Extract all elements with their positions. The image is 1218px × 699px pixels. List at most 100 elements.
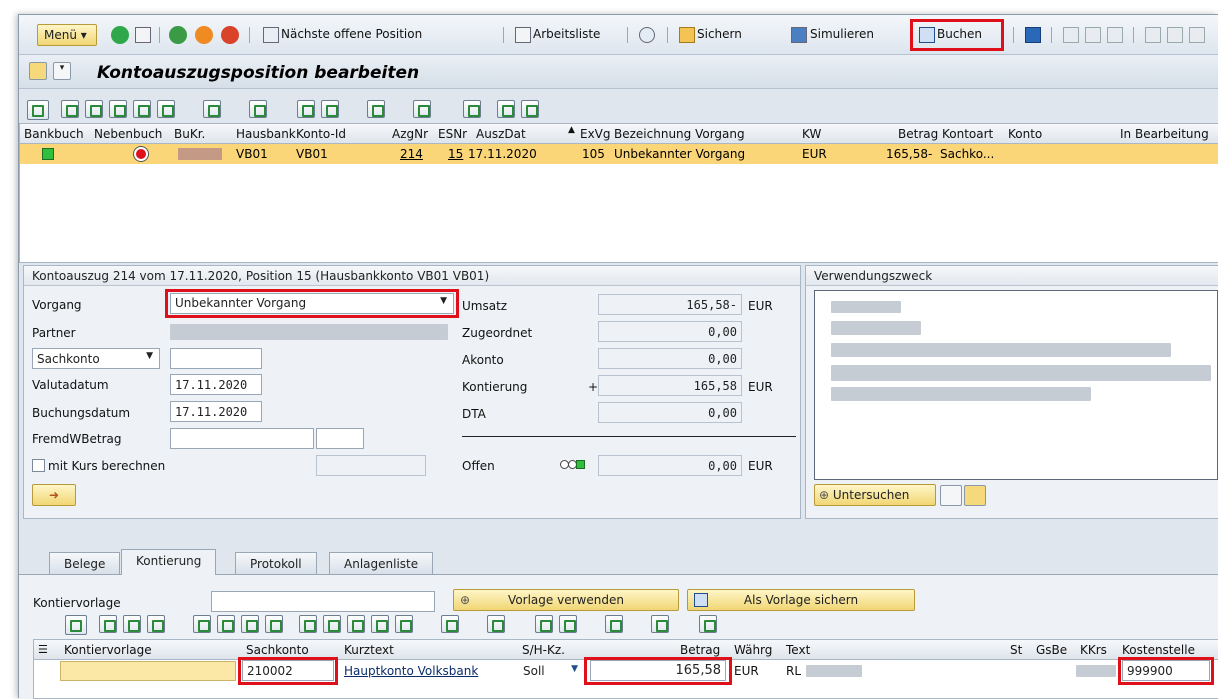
find-icon[interactable]	[109, 100, 127, 118]
sum-icon[interactable]	[203, 100, 221, 118]
col-text[interactable]: Text	[786, 643, 810, 657]
graphic-icon[interactable]	[699, 615, 717, 633]
col-betrag[interactable]: Betrag	[680, 643, 720, 657]
sort-ascending-icon[interactable]	[299, 615, 317, 633]
details-icon[interactable]	[65, 615, 87, 635]
info-icon[interactable]	[1025, 27, 1041, 43]
text-cell[interactable]: RL	[786, 664, 801, 678]
col-esnr[interactable]: ESNr	[438, 127, 467, 141]
cell-azgnr-link[interactable]: 214	[400, 147, 423, 161]
previous-page-icon[interactable]	[1167, 27, 1183, 43]
col-gsbe[interactable]: GsBe	[1036, 643, 1067, 657]
col-betrag[interactable]: Betrag	[898, 127, 938, 141]
sort-ascending-icon[interactable]	[61, 100, 79, 118]
col-exvg[interactable]: ExVg	[580, 127, 611, 141]
process-icon[interactable]	[964, 485, 986, 506]
col-kkrs[interactable]: KKrs	[1080, 643, 1107, 657]
account-type-dropdown[interactable]: Sachkonto ▼	[32, 348, 160, 369]
fremdw-amount-input[interactable]	[170, 428, 314, 449]
col-hausbank[interactable]: Hausbank	[236, 127, 296, 141]
col-azgnr[interactable]: AzgNr	[392, 127, 428, 141]
save-disk-icon[interactable]	[135, 27, 151, 43]
layout-icon[interactable]	[413, 100, 431, 118]
kurztext-link[interactable]: Hauptkonto Volksbank	[344, 664, 478, 678]
find-icon[interactable]	[347, 615, 365, 633]
details-icon[interactable]	[27, 100, 49, 120]
worklist-button[interactable]: Arbeitsliste	[533, 27, 600, 41]
cancel-icon[interactable]	[221, 26, 239, 44]
new-row-icon[interactable]	[193, 615, 211, 633]
layout-icon[interactable]	[651, 615, 669, 633]
fremdw-currency-input[interactable]	[316, 428, 364, 449]
find-next-icon[interactable]	[1107, 27, 1123, 43]
export-icon[interactable]	[605, 615, 623, 633]
overview-icon[interactable]	[29, 62, 47, 80]
kontiervorlage-input[interactable]	[211, 591, 435, 612]
find-next-icon[interactable]	[371, 615, 389, 633]
menu-button[interactable]: Menü ▾	[37, 24, 97, 46]
print-icon[interactable]	[1063, 27, 1079, 43]
save-button[interactable]: Sichern	[697, 27, 742, 41]
simulate-button[interactable]: Simulieren	[810, 27, 874, 41]
views-icon[interactable]	[559, 615, 577, 633]
col-konto-id[interactable]: Konto-Id	[296, 127, 346, 141]
back-icon[interactable]	[169, 26, 187, 44]
export-icon[interactable]	[367, 100, 385, 118]
valutadatum-input[interactable]: 17.11.2020	[170, 374, 262, 395]
col-kurztext[interactable]: Kurztext	[344, 643, 394, 657]
refresh-icon[interactable]	[497, 100, 515, 118]
copy-row-icon[interactable]	[265, 615, 283, 633]
select-all-icon[interactable]: ☰	[38, 643, 48, 656]
col-kontiervorlage[interactable]: Kontiervorlage	[64, 643, 152, 657]
col-konto[interactable]: Konto	[1008, 127, 1042, 141]
col-bezeichnung[interactable]: Bezeichnung Vorgang	[614, 127, 745, 141]
kurs-checkbox[interactable]	[32, 459, 45, 472]
sort-descending-icon[interactable]	[85, 100, 103, 118]
purpose-text-area[interactable]	[814, 290, 1218, 480]
col-kw[interactable]: KW	[802, 127, 821, 141]
views-icon[interactable]	[321, 100, 339, 118]
kontiervorlage-cell[interactable]	[60, 661, 236, 681]
insert-row-icon[interactable]	[217, 615, 235, 633]
subtotal-icon[interactable]	[249, 100, 267, 118]
col-bankbuch[interactable]: Bankbuch	[24, 127, 84, 141]
sort-descending-icon[interactable]	[323, 615, 341, 633]
table-row[interactable]: VB01 VB01 214 15 17.11.2020 105 Unbekann…	[20, 144, 1218, 164]
col-bukr[interactable]: BuKr.	[174, 127, 205, 141]
cut-icon[interactable]	[99, 615, 117, 633]
col-in-bearbeitung[interactable]: In Bearbeitung	[1120, 127, 1209, 141]
filter-icon[interactable]	[395, 615, 413, 633]
tab-kontierung[interactable]: Kontierung	[121, 549, 217, 575]
graphic-icon[interactable]	[463, 100, 481, 118]
next-page-icon[interactable]	[1189, 27, 1205, 43]
first-page-icon[interactable]	[1145, 27, 1161, 43]
delete-icon[interactable]	[940, 485, 962, 506]
copy-icon[interactable]	[123, 615, 141, 633]
subtotal-icon[interactable]	[487, 615, 505, 633]
help-icon[interactable]	[521, 100, 539, 118]
undo-icon[interactable]	[639, 27, 655, 43]
tab-protokoll[interactable]: Protokoll	[235, 552, 317, 574]
account-number-input[interactable]	[170, 348, 262, 369]
next-open-position-button[interactable]: Nächste offene Position	[281, 27, 422, 41]
title-dropdown-icon[interactable]: ▾	[53, 62, 71, 80]
col-sachkonto[interactable]: Sachkonto	[246, 643, 309, 657]
tab-anlagenliste[interactable]: Anlagenliste	[329, 552, 434, 574]
investigate-button[interactable]: ⊕ Untersuchen	[814, 484, 936, 506]
tab-belege[interactable]: Belege	[49, 552, 121, 574]
col-kontoart[interactable]: Kontoart	[942, 127, 993, 141]
col-nebenbuch[interactable]: Nebenbuch	[94, 127, 162, 141]
print-preview-icon[interactable]	[535, 615, 553, 633]
col-kostenstelle[interactable]: Kostenstelle	[1122, 643, 1195, 657]
cell-esnr-link[interactable]: 15	[448, 147, 463, 161]
sh-kz-dropdown[interactable]: Soll ▼	[518, 660, 582, 681]
use-template-button[interactable]: ⊕ Vorlage verwenden	[453, 589, 679, 611]
save-template-button[interactable]: Als Vorlage sichern	[687, 589, 915, 611]
confirm-icon[interactable]	[111, 26, 129, 44]
paste-icon[interactable]	[147, 615, 165, 633]
transfer-button[interactable]: ➜	[32, 484, 76, 506]
buchungsdatum-input[interactable]: 17.11.2020	[170, 401, 262, 422]
find-icon[interactable]	[1085, 27, 1101, 43]
print-preview-icon[interactable]	[297, 100, 315, 118]
filter-icon[interactable]	[157, 100, 175, 118]
